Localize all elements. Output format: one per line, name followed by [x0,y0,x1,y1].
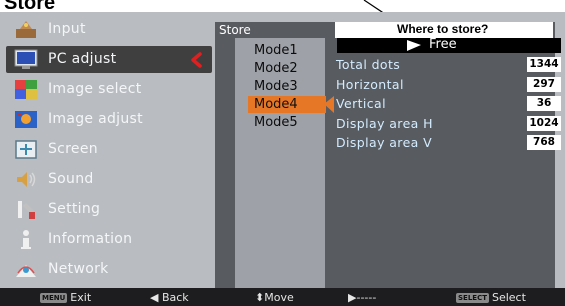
back-arrow-icon: ◀ [150,291,159,304]
network-icon [16,265,36,277]
mode-item-4[interactable]: Mode4 [248,96,326,113]
mode-item-2[interactable]: Mode2 [248,60,326,77]
row-label-vertical: Vertical [336,96,386,111]
row-label-horizontal: Horizontal [336,77,404,92]
row-value-vertical: 36 [527,96,561,111]
row-value-total-dots: 1344 [527,57,561,72]
image-adjust-icon [15,111,37,128]
hint-back: ◀ Back [150,291,189,304]
menu-item-network[interactable]: Network [6,256,212,283]
mode-item-5[interactable]: Mode5 [248,114,326,131]
row-label-total-dots: Total dots [336,57,401,72]
where-to-store-prompt: Where to store? [335,22,553,38]
control-hint-bar: MENU Exit ◀ Back ⬍Move ▶----- SELECT Selec… [0,288,565,306]
active-arrow-icon [191,52,202,68]
row-label-display-area-v: Display area V [336,135,433,150]
row-value-horizontal: 297 [527,77,561,92]
prompt-text: Where to store? [397,22,489,36]
pc-adjust-icon [14,49,38,69]
store-header: Store [219,23,251,37]
row-label-display-area-h: Display area H [336,116,433,131]
row-value-display-area-h: 1024 [527,116,561,131]
move-arrows-icon: ⬍ [255,291,265,304]
menu-key-icon: MENU [40,293,68,303]
hint-next: ▶----- [348,291,377,304]
slot-status-text: Free [429,37,457,52]
setting-icon [18,201,35,219]
row-value-display-area-v: 768 [527,135,561,150]
selected-mode-pointer [324,96,334,113]
image-select-icon [15,80,37,99]
menu-item-sound[interactable]: Sound [6,166,212,193]
information-icon [21,230,31,249]
menu-item-input[interactable]: Input [6,16,212,43]
menu-item-pc-adjust[interactable]: PC adjust [6,46,212,73]
menu-item-information[interactable]: Information [6,226,212,253]
mode-item-3[interactable]: Mode3 [248,78,326,95]
slot-status-bar: Free [337,37,561,53]
hint-move: ⬍Move [255,291,294,304]
screen-icon [15,140,37,159]
mode-item-1[interactable]: Mode1 [248,42,326,59]
menu-item-setting[interactable]: Setting [6,196,212,223]
input-icon [16,21,36,38]
select-key-icon: SELECT [456,293,489,303]
hint-exit: MENU Exit [40,291,92,304]
hint-select: SELECT Select [456,291,526,304]
menu-item-screen[interactable]: Screen [6,136,212,163]
sound-icon [17,172,36,187]
cursor-arrow-icon [407,40,421,51]
menu-item-image-select[interactable]: Image select [6,76,212,103]
mode-list: Mode1 Mode2 Mode3 Mode4 Mode5 [235,38,326,290]
menu-item-image-adjust[interactable]: Image adjust [6,106,212,133]
